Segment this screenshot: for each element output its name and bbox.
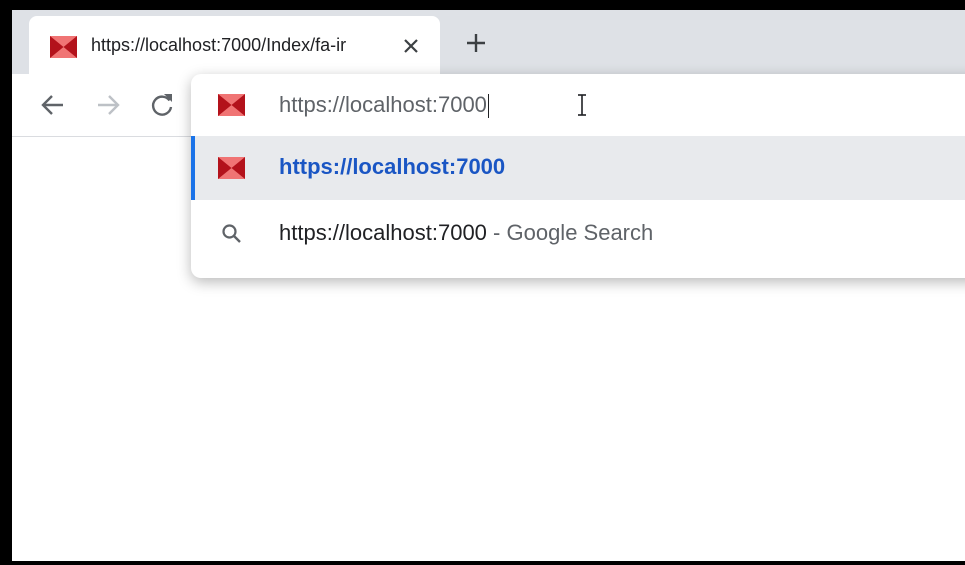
search-icon	[222, 224, 241, 243]
suggestion-search-text: https://localhost:7000 - Google Search	[279, 220, 654, 245]
bowtie-favicon-icon	[218, 94, 245, 116]
suggestion-url-text: https://localhost:7000	[279, 154, 506, 179]
selection-accent-bar	[191, 136, 195, 200]
bowtie-favicon-icon	[50, 36, 77, 58]
close-icon[interactable]	[401, 36, 421, 56]
text-caret	[487, 94, 489, 119]
ibeam-cursor-icon	[578, 94, 586, 116]
bowtie-favicon-icon	[218, 157, 245, 179]
suggestion-url[interactable]: https://localhost:7000	[191, 136, 965, 200]
plus-icon[interactable]	[464, 31, 488, 55]
address-input[interactable]: https://localhost:7000	[279, 92, 489, 119]
reload-icon[interactable]	[148, 91, 176, 119]
browser-window: https://localhost:7000/Index/fa-ir https…	[12, 10, 965, 561]
tab-strip: https://localhost:7000/Index/fa-ir	[12, 10, 965, 74]
omnibox-dropdown: https://localhost:7000 https://localhost…	[191, 74, 965, 278]
arrow-right-icon[interactable]	[94, 91, 122, 119]
tab-localhost[interactable]: https://localhost:7000/Index/fa-ir	[29, 16, 440, 74]
omnibox[interactable]: https://localhost:7000	[191, 74, 965, 136]
suggestion-search[interactable]: https://localhost:7000 - Google Search	[191, 200, 965, 266]
arrow-left-icon[interactable]	[39, 91, 67, 119]
tab-title: https://localhost:7000/Index/fa-ir	[91, 35, 347, 55]
suggestion-separator: -	[486, 220, 507, 245]
suggestion-description: Google Search	[506, 220, 654, 245]
